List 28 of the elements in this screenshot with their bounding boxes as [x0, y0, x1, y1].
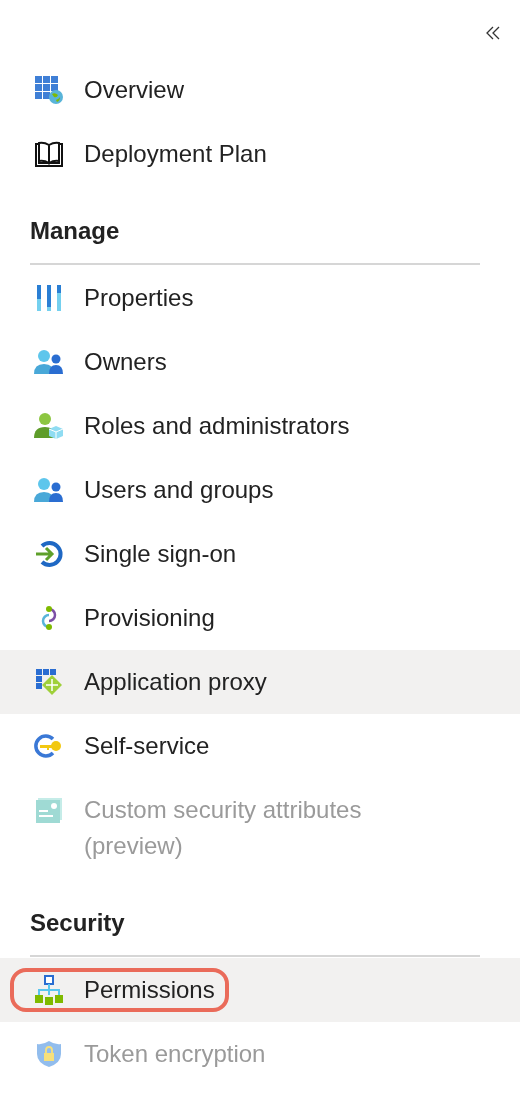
- nav-item[interactable]: Single sign-on: [0, 522, 520, 586]
- grid-arrows-icon: [34, 667, 64, 697]
- nav-item[interactable]: Self-service: [0, 714, 520, 778]
- highlight-outline: Permissions: [10, 968, 229, 1012]
- nav-item[interactable]: Owners: [0, 330, 520, 394]
- grid-globe-icon: [34, 75, 64, 105]
- key-icon: [34, 731, 64, 761]
- hierarchy-icon: [34, 975, 64, 1005]
- sign-in-arrow-icon: [34, 539, 64, 569]
- book-icon: [34, 139, 64, 169]
- nav-item[interactable]: Overview: [0, 58, 520, 122]
- people-icon: [34, 475, 64, 505]
- nav-item[interactable]: Roles and administrators: [0, 394, 520, 458]
- person-cube-icon: [34, 411, 64, 441]
- nav-item[interactable]: Application proxy: [0, 650, 520, 714]
- sliders-icon: [34, 283, 64, 313]
- card-gear-icon: [34, 795, 64, 825]
- section-heading: Security: [30, 908, 125, 938]
- nav-item[interactable]: Provisioning: [0, 586, 520, 650]
- double-chevron-left-icon: [486, 26, 500, 40]
- shield-lock-icon: [34, 1039, 64, 1069]
- people-icon: [34, 347, 64, 377]
- nav-item[interactable]: Users and groups: [0, 458, 520, 522]
- collapse-button[interactable]: [486, 26, 500, 40]
- section-heading: Manage: [30, 216, 120, 246]
- nav-item[interactable]: Deployment Plan: [0, 122, 520, 186]
- nav-item[interactable]: Properties: [0, 266, 520, 330]
- nav-item[interactable]: Permissions: [0, 958, 520, 1022]
